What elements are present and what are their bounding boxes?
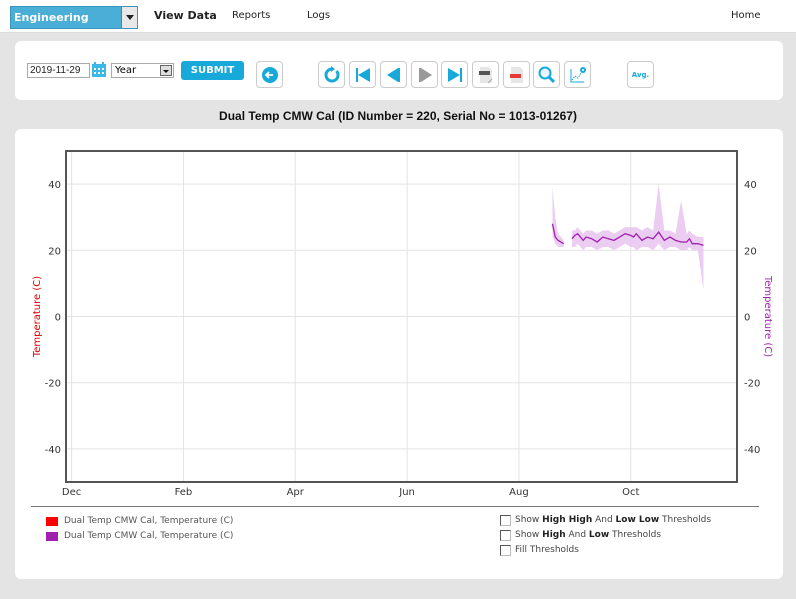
checkbox-label: Show High High And Low Low Thresholds (515, 515, 711, 525)
y-tick-label-right: -40 (744, 445, 760, 456)
label-text: Thresholds (609, 530, 662, 540)
y-tick-label-left: 0 (55, 313, 61, 324)
label-bold: High (542, 530, 566, 540)
y-tick-label-right: 40 (744, 180, 757, 191)
label-text: And (565, 530, 589, 540)
y-tick-label-left: 40 (48, 180, 61, 191)
legend-swatch-red (46, 517, 58, 526)
checkbox[interactable] (500, 530, 511, 541)
checkbox[interactable] (500, 515, 511, 526)
y-axis-label-right: Temperature (C) (762, 275, 773, 357)
checkbox[interactable] (500, 545, 511, 556)
label-text: Show (515, 515, 543, 525)
legend-separator (31, 506, 759, 507)
y-tick-label-right: 20 (744, 246, 757, 257)
x-tick-label: Dec (62, 487, 81, 498)
x-tick-label: Apr (287, 487, 305, 498)
y-axis-label-left: Temperature (C) (32, 276, 43, 358)
checkbox-label: Show High And Low Thresholds (515, 530, 661, 540)
y-tick-label-left: -40 (45, 445, 61, 456)
legend-label: Dual Temp CMW Cal, Temperature (C) (64, 531, 234, 541)
y-tick-label-left: 20 (48, 246, 61, 257)
checkbox-label: Fill Thresholds (515, 545, 579, 555)
temperature-chart: 40 20 0 -20 -40 40 20 0 -20 -40 Dec Feb Apr Jun Aug O… (32, 150, 773, 498)
label-text: Show (515, 530, 543, 540)
x-tick-label: Aug (509, 487, 529, 498)
y-tick-label-right: 0 (744, 313, 750, 324)
legend-label: Dual Temp CMW Cal, Temperature (C) (64, 516, 234, 526)
label-bold: High High (542, 515, 593, 525)
y-tick-label-right: -20 (744, 379, 760, 390)
label-bold: Low (588, 530, 610, 540)
label-text: And (592, 515, 616, 525)
range-band-0 (552, 187, 564, 247)
x-tick-label: Feb (175, 487, 193, 498)
range-band-1 (572, 184, 704, 291)
x-tick-label: Jun (398, 487, 415, 498)
label-bold: Low Low (615, 515, 660, 525)
label-text: Thresholds (659, 515, 712, 525)
y-tick-label-left: -20 (45, 379, 61, 390)
x-tick-label: Oct (622, 487, 639, 498)
legend-swatch-purple (46, 532, 58, 541)
